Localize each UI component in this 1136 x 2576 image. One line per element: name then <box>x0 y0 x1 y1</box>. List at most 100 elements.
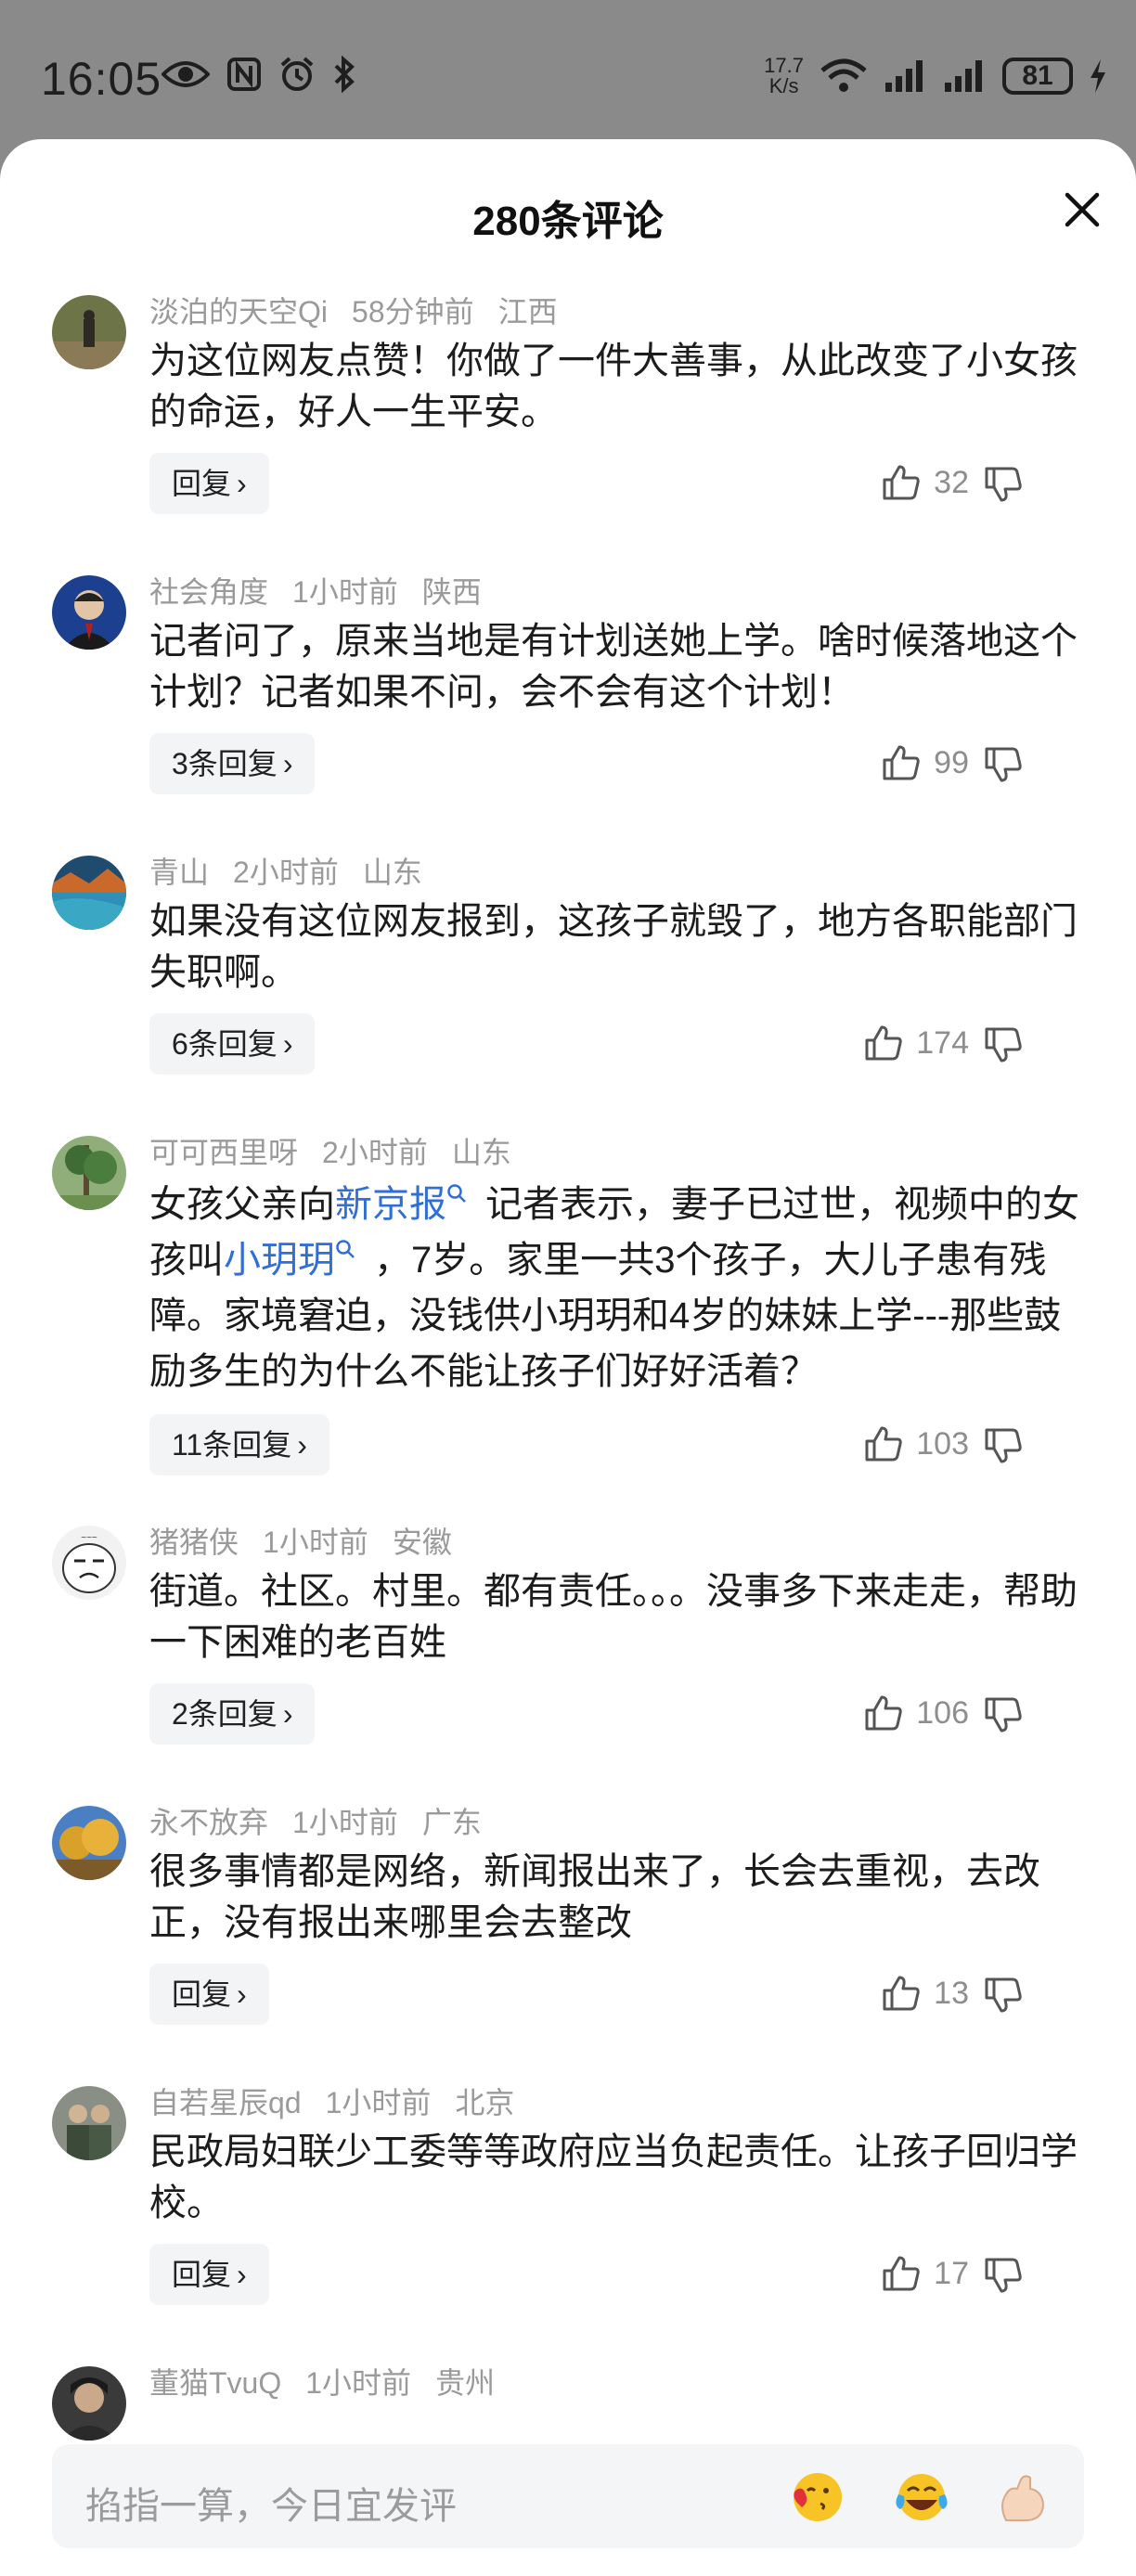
nfc-icon <box>227 58 261 91</box>
thumbs-up-icon <box>865 1426 902 1462</box>
comment-meta: 猪猪侠 1小时前 安徽 <box>149 1520 1080 1565</box>
replies-button[interactable]: 11条回复 › <box>149 1414 329 1475</box>
avatar[interactable] <box>52 295 126 369</box>
signal-icon <box>945 60 982 92</box>
comment-time: 1小时前 <box>305 2366 412 2400</box>
like-count: 32 <box>934 464 969 500</box>
chevron-right-icon: › <box>237 2258 247 2291</box>
comment-text: 街道。社区。村里。都有责任。。。没事多下来走走，帮助一下困难的老百姓 <box>149 1571 1078 1663</box>
avatar[interactable] <box>52 1806 126 1880</box>
comment-list[interactable]: 淡泊的天空Qi 58分钟前 江西 为这位网友点赞！你做了一件大善事，从此改变了小女孩… <box>0 290 1136 2563</box>
comment-meta: 可可西里呀 2小时前 山东 <box>149 1130 1080 1175</box>
username[interactable]: 淡泊的天空Qi <box>149 295 328 328</box>
laugh-cry-emoji-icon[interactable] <box>893 2468 950 2526</box>
thumbs-down-icon[interactable] <box>984 466 1023 503</box>
like-button[interactable]: 174 <box>864 1024 969 1062</box>
username[interactable]: 自若星辰qd <box>149 2086 302 2119</box>
chevron-right-icon: › <box>282 1697 293 1731</box>
close-icon[interactable] <box>1062 189 1103 230</box>
comment-item: 淡泊的天空Qi 58分钟前 江西 为这位网友点赞！你做了一件大善事，从此改变了小女孩… <box>0 290 1136 570</box>
search-icon[interactable] <box>335 1239 355 1259</box>
eye-icon <box>161 61 210 87</box>
comment-text: 很多事情都是网络，新闻报出来了，长会去重视，去改正，没有报出来哪里会去整改 <box>149 1851 1040 1943</box>
thumbs-down-icon[interactable] <box>984 1977 1023 2014</box>
thumbs-up-icon <box>883 2256 920 2291</box>
comments-sheet: 280条评论 淡泊的天空Qi 58分钟前 江西 为这位网友点赞！你做了一件大善事，从… <box>0 139 1136 2576</box>
search-link[interactable]: 新京报 <box>335 1184 446 1225</box>
chevron-right-icon: › <box>237 467 247 500</box>
comment-location: 陕西 <box>421 575 482 609</box>
comment-meta: 永不放弃 1小时前 广东 <box>149 1800 1080 1845</box>
thumbs-up-icon <box>883 745 920 780</box>
comment-input-placeholder: 掐指一算，今日宜发评 <box>85 2486 457 2527</box>
sheet-title: 280条评论 <box>472 199 664 244</box>
username[interactable]: 永不放弃 <box>149 1806 268 1839</box>
thumbs-up-icon <box>883 1976 920 2011</box>
chevron-right-icon: › <box>282 1027 293 1061</box>
comment-time: 1小时前 <box>292 575 398 609</box>
username[interactable]: 社会角度 <box>149 575 268 609</box>
like-button[interactable]: 103 <box>864 1425 969 1462</box>
thumbs-down-icon[interactable] <box>984 1696 1023 1733</box>
thumbs-down-icon[interactable] <box>984 2257 1023 2294</box>
reply-button[interactable]: 回复 › <box>149 1964 269 2025</box>
search-link[interactable]: 小玥玥 <box>224 1240 335 1281</box>
chevron-right-icon: › <box>282 747 293 780</box>
comment-location: 江西 <box>497 295 558 328</box>
like-count: 17 <box>934 2255 969 2291</box>
chevron-right-icon: › <box>297 1428 307 1462</box>
replies-button[interactable]: 3条回复 › <box>149 733 316 794</box>
thumbs-down-icon[interactable] <box>984 1427 1023 1464</box>
search-icon[interactable] <box>446 1183 467 1204</box>
comment-location: 广东 <box>421 1806 482 1839</box>
replies-button[interactable]: 6条回复 › <box>149 1013 316 1075</box>
comment-item: 永不放弃 1小时前 广东 很多事情都是网络，新闻报出来了，长会去重视，去改正，没有报… <box>0 1800 1136 2080</box>
comment-item: 自若星辰qd 1小时前 北京 民政局妇联少工委等等政府应当负起责任。让孩子回归学校。… <box>0 2080 1136 2361</box>
comment-item: 可可西里呀 2小时前 山东 女孩父亲向新京报 记者表示，妻子已过世，视频中的女孩叫小玥… <box>0 1130 1136 1520</box>
avatar[interactable] <box>52 2086 126 2160</box>
flex-arm-emoji-icon[interactable] <box>993 2468 1051 2526</box>
username[interactable]: 猪猪侠 <box>149 1526 239 1559</box>
alarm-icon <box>280 57 314 91</box>
avatar[interactable] <box>52 575 126 650</box>
like-count: 106 <box>916 1694 969 1731</box>
thumbs-down-icon[interactable] <box>984 746 1023 783</box>
comment-location: 北京 <box>455 2086 515 2119</box>
avatar[interactable] <box>52 2366 126 2441</box>
comment-meta: 董猫TvuQ 1小时前 贵州 <box>149 2361 1080 2405</box>
charging-icon <box>1091 59 1105 93</box>
comment-text: 记者问了，原来当地是有计划送她上学。啥时候落地这个计划？记者如果不问，会不会有这… <box>149 621 1078 713</box>
comment-meta: 社会角度 1小时前 陕西 <box>149 570 1080 614</box>
thumbs-down-icon[interactable] <box>984 1026 1023 1063</box>
username[interactable]: 可可西里呀 <box>149 1136 298 1169</box>
comment-time: 1小时前 <box>263 1526 368 1559</box>
username[interactable]: 青山 <box>149 856 209 889</box>
reply-button[interactable]: 回复 › <box>149 2244 269 2305</box>
svg-text:~~~: ~~~ <box>81 1533 97 1543</box>
comment-time: 2小时前 <box>322 1136 428 1169</box>
comment-text: 为这位网友点赞！你做了一件大善事，从此改变了小女孩的命运，好人一生平安。 <box>149 341 1078 432</box>
reply-button[interactable]: 回复 › <box>149 453 269 514</box>
comment-input[interactable]: 掐指一算，今日宜发评 <box>52 2444 1084 2548</box>
comment-text: 如果没有这位网友报到，这孩子就毁了，地方各职能部门失职啊。 <box>149 901 1078 993</box>
comment-text: 女孩父亲向新京报 记者表示，妻子已过世，视频中的女孩叫小玥玥 ，7岁。家里一共3个孩… <box>149 1183 1079 1392</box>
comment-meta: 青山 2小时前 山东 <box>149 850 1080 895</box>
avatar[interactable] <box>52 1136 126 1210</box>
avatar[interactable] <box>52 856 126 930</box>
comment-text: 民政局妇联少工委等等政府应当负起责任。让孩子回归学校。 <box>149 2132 1078 2223</box>
bluetooth-icon <box>334 56 355 93</box>
status-time: 16:05 <box>41 53 162 105</box>
like-button[interactable]: 13 <box>882 1975 969 2012</box>
like-count: 13 <box>934 1975 969 2011</box>
wifi-icon <box>820 58 867 92</box>
username[interactable]: 董猫TvuQ <box>149 2366 281 2400</box>
replies-button[interactable]: 2条回复 › <box>149 1683 316 1745</box>
like-button[interactable]: 32 <box>882 464 969 501</box>
like-button[interactable]: 106 <box>864 1694 969 1732</box>
avatar[interactable]: ~~~ <box>52 1526 126 1600</box>
like-button[interactable]: 17 <box>882 2255 969 2292</box>
like-button[interactable]: 99 <box>882 744 969 781</box>
kiss-emoji-icon[interactable] <box>789 2468 846 2526</box>
chevron-right-icon: › <box>237 1977 247 2011</box>
comment-item: 社会角度 1小时前 陕西 记者问了，原来当地是有计划送她上学。啥时候落地这个计划？记… <box>0 570 1136 850</box>
